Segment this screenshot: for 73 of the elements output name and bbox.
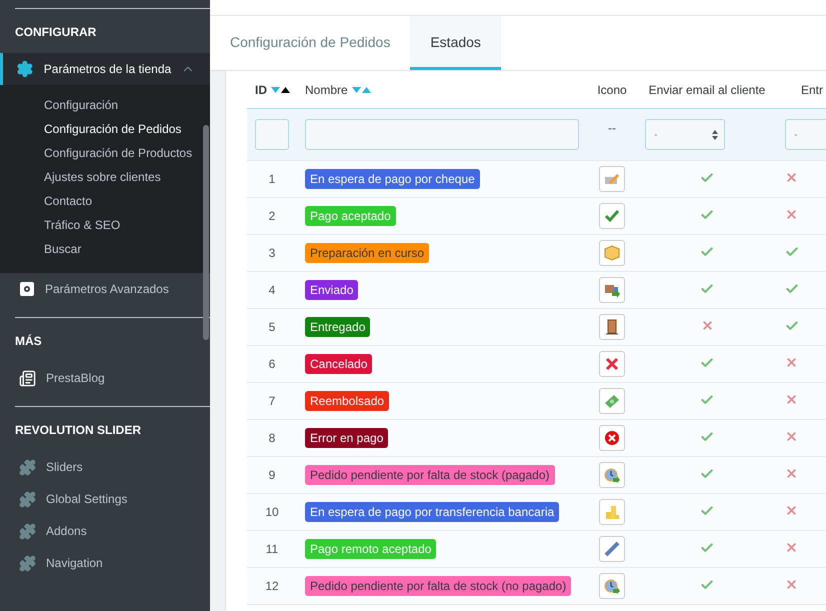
sidebar-item[interactable]: Sliders [0,451,210,483]
submenu-item[interactable]: Tráfico & SEO [44,213,210,237]
submenu-item[interactable]: Configuración de Productos [44,141,210,165]
sidebar-item[interactable]: Global Settings [0,483,210,515]
table-cell: 5 [268,320,276,334]
sidebar-item[interactable]: Addons [0,515,210,547]
table-cell: 10 [265,505,279,519]
table-cell: 9 [268,468,276,482]
table-cell: 6 [268,357,276,371]
status-label: Reembolsado [305,391,390,411]
status-label: Cancelado [305,354,372,374]
status-label: En espera de pago por transferencia bancaria [305,502,560,522]
scrollbar[interactable] [203,125,209,340]
alarm-clock-icon [604,467,620,483]
settings-icon [16,60,34,78]
status-label: Pago aceptado [305,206,396,226]
table-cell: 12 [265,579,279,593]
sidebar-item[interactable]: Parámetros Avanzados [0,273,210,305]
sidebar-item[interactable]: Navigation [0,547,210,579]
tab[interactable]: Configuración de Pedidos [210,16,410,70]
puzzle-icon [19,490,36,508]
puzzle-icon [19,554,36,572]
column-header: Entr [800,82,823,96]
submenu-item[interactable]: Configuración [44,93,210,117]
column-header: ID [255,82,267,96]
status-label: En espera de pago por cheque [305,169,480,189]
sort-down-icon[interactable] [352,87,361,94]
coins-icon [604,504,620,520]
cross-icon [604,356,620,372]
newspaper-icon [19,370,36,386]
checkmark-icon [604,208,620,224]
table-cell: 11 [266,542,278,556]
status-label: Entregado [305,317,370,337]
settings-icon [19,281,35,297]
status-label: Pedido pendiente por falta de stock (no pagado) [305,576,572,596]
sidebar-item[interactable]: PrestaBlog [0,362,210,394]
section-title: MÁS [15,333,43,350]
submenu-item[interactable]: Configuración de Pedidos [44,117,210,141]
pencil-paper-icon [604,171,620,187]
table-cell: 4 [268,283,276,297]
door-icon [604,319,620,335]
puzzle-icon [19,458,36,476]
filter-input[interactable] [255,119,289,150]
empty-filter-text: -- [608,121,616,135]
section-title: CONFIGURAR [15,24,98,41]
alarm-clock-icon [604,578,620,594]
column-header: Icono [597,82,627,96]
truck-icon [604,282,620,298]
tab[interactable]: Estados [410,16,501,70]
submenu-item[interactable]: Buscar [44,237,210,261]
error-icon [604,430,620,446]
table-cell: 8 [268,431,276,445]
table-cell: 2 [268,209,276,223]
column-header: Nombre [305,82,348,96]
table-cell: 3 [268,246,276,260]
submenu-item[interactable]: Ajustes sobre clientes [44,165,210,189]
status-label: Enviado [305,280,358,300]
status-label: Pedido pendiente por falta de stock (pagado) [305,465,555,485]
submenu-item[interactable]: Contacto [44,189,210,213]
select-arrows-icon [712,130,718,140]
filter-input[interactable] [305,119,579,150]
table-cell: 7 [268,394,276,408]
sort-up-icon[interactable] [281,87,290,94]
section-title: REVOLUTION SLIDER [15,422,142,439]
puzzle-icon [19,522,36,540]
sidebar-item[interactable]: Parámetros de la tienda [0,53,210,85]
column-header: Enviar email al cliente [648,82,766,96]
table-cell: 1 [268,172,276,186]
box-icon [604,245,620,261]
banknote-icon [604,393,620,409]
status-label: Pago remoto aceptado [305,539,436,559]
status-label: Error en pago [305,428,388,448]
status-label: Preparación en curso [305,243,430,263]
